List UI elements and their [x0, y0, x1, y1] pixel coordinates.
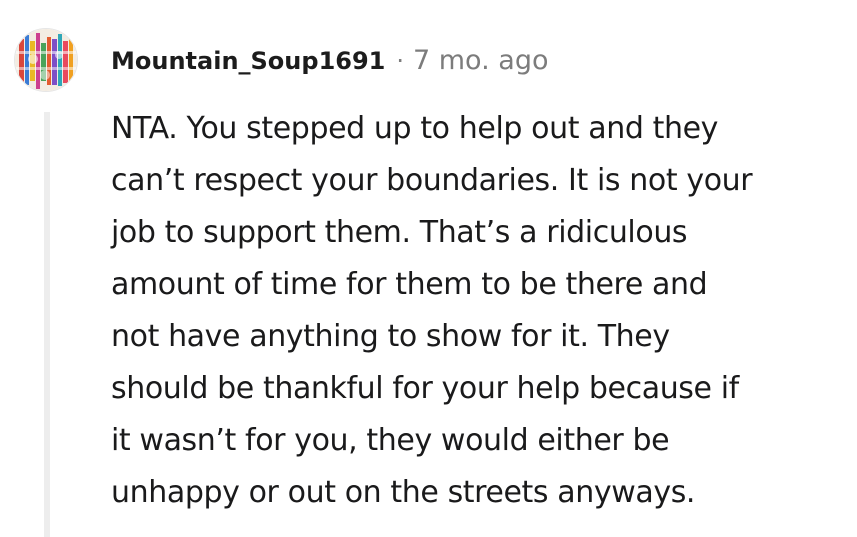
avatar-artwork	[15, 29, 77, 91]
comment-header: Mountain_Soup1691 · 7 mo. ago	[14, 28, 548, 92]
comment-body-line: should be thankful for your help because…	[111, 371, 739, 406]
comment-body-line: job to support them. That’s a ridiculous	[111, 215, 688, 250]
comment-body-line: unhappy or out on the streets anyways.	[111, 475, 696, 510]
comment-body: NTA. You stepped up to help out and they…	[111, 103, 846, 519]
comment-body-line: not have anything to show for it. They	[111, 319, 670, 354]
thread-collapse-line[interactable]	[44, 112, 50, 537]
comment: Mountain_Soup1691 · 7 mo. ago NTA. You s…	[0, 0, 857, 537]
author-username[interactable]: Mountain_Soup1691	[111, 47, 385, 75]
comment-body-line: amount of time for them to be there and	[111, 267, 708, 302]
comment-body-line: can’t respect your boundaries. It is not…	[111, 163, 753, 198]
user-avatar-icon[interactable]	[14, 28, 78, 92]
comment-body-line: NTA. You stepped up to help out and they	[111, 111, 718, 146]
meta-separator: ·	[396, 46, 404, 75]
comment-timestamp[interactable]: 7 mo. ago	[413, 45, 548, 76]
comment-meta: Mountain_Soup1691 · 7 mo. ago	[111, 45, 548, 76]
comment-body-line: it wasn’t for you, they would either be	[111, 423, 670, 458]
